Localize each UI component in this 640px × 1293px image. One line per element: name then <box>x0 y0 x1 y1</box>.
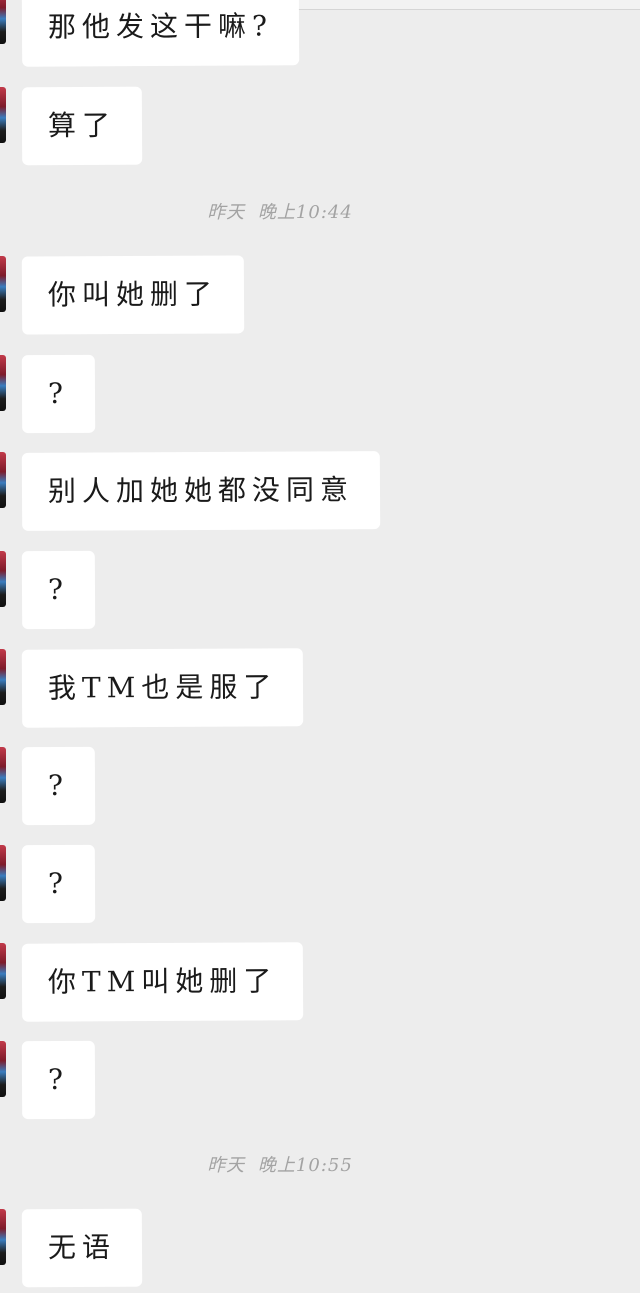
message-bubble[interactable]: 别人加她她都没同意 <box>21 451 381 531</box>
contact-avatar[interactable] <box>0 551 6 607</box>
message-bubble[interactable]: 你TM叫她删了 <box>21 942 304 1022</box>
chat-area[interactable]: 那他发这干嘛? 算了 昨天 晚上10:44 你叫她删了 ? 别人加她她都没同意 … <box>0 0 640 1293</box>
message-bubble[interactable]: 无语 <box>21 1208 143 1288</box>
contact-avatar[interactable] <box>0 256 6 312</box>
contact-avatar[interactable] <box>0 943 6 999</box>
message-bubble[interactable]: ? <box>21 354 96 434</box>
contact-avatar[interactable] <box>0 0 6 44</box>
contact-avatar[interactable] <box>0 355 6 411</box>
contact-avatar[interactable] <box>0 87 6 143</box>
timestamp-divider: 昨天 晚上10:44 <box>207 202 353 223</box>
contact-avatar[interactable] <box>0 649 6 705</box>
message-bubble[interactable]: 我TM也是服了 <box>21 648 304 728</box>
contact-avatar[interactable] <box>0 1209 6 1265</box>
message-bubble[interactable]: ? <box>21 844 96 924</box>
message-bubble[interactable]: 你叫她删了 <box>21 255 245 335</box>
timestamp-divider: 昨天 晚上10:55 <box>207 1155 353 1176</box>
contact-avatar[interactable] <box>0 747 6 803</box>
contact-avatar[interactable] <box>0 1041 6 1097</box>
contact-avatar[interactable] <box>0 452 6 508</box>
top-bar-edge <box>290 0 640 10</box>
contact-avatar[interactable] <box>0 845 6 901</box>
message-bubble[interactable]: ? <box>21 1040 96 1120</box>
message-bubble[interactable]: ? <box>21 746 96 826</box>
message-bubble[interactable]: 算了 <box>21 86 143 166</box>
message-bubble[interactable]: 那他发这干嘛? <box>21 0 300 67</box>
message-bubble[interactable]: ? <box>21 550 96 630</box>
